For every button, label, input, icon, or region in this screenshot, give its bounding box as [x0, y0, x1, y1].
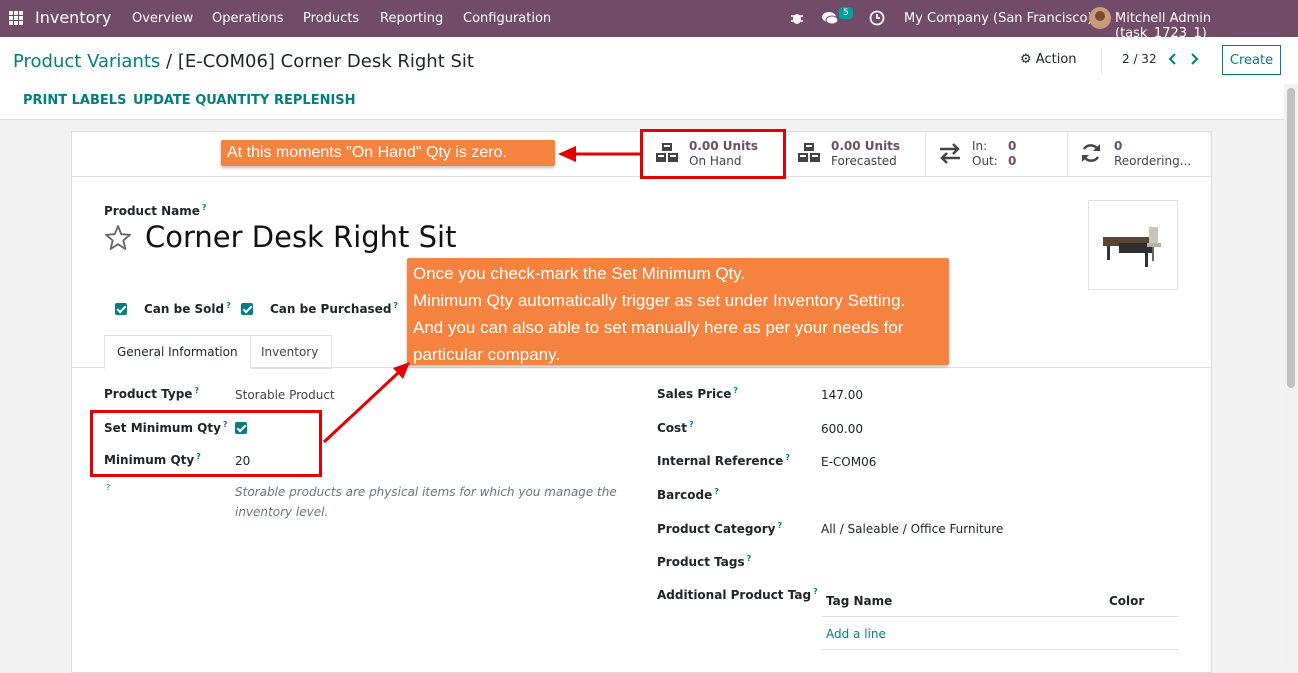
page-scrollbar[interactable] [1284, 84, 1298, 665]
arrow-to-on-hand [558, 146, 640, 162]
arrow-to-callout [322, 362, 410, 444]
annotation-arrows [322, 146, 640, 444]
scrollbar-thumb[interactable] [1287, 88, 1295, 388]
tab-general-information[interactable]: General Information [104, 335, 251, 369]
